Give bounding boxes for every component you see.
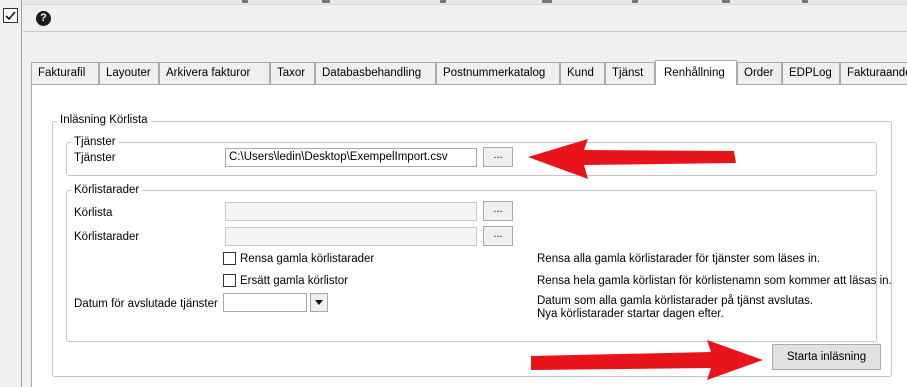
korlista-label: Körlista [74, 207, 113, 219]
tab-layouter[interactable]: Layouter [99, 62, 159, 84]
services-group-legend: Tjänster [71, 135, 119, 149]
services-label: Tjänster [74, 152, 116, 164]
clear-old-checkbox[interactable] [223, 252, 236, 265]
route-list-group-legend: Körlistarader [71, 183, 143, 197]
services-browse-button[interactable]: ... [483, 147, 513, 167]
korlista-field[interactable] [225, 202, 477, 221]
korlistarader-browse-button[interactable]: ... [483, 226, 513, 246]
main-group-legend: Inläsning Körlista [57, 113, 151, 127]
toolbar [23, 6, 907, 32]
tab-taxor[interactable]: Taxor [270, 62, 315, 84]
korlistarader-field[interactable] [225, 227, 477, 246]
date-description-1: Datum som alla gamla körlistarader på tj… [537, 295, 814, 307]
tab-postnummerkatalog[interactable]: Postnummerkatalog [436, 62, 560, 84]
clear-old-description: Rensa alla gamla körlistarader för tjäns… [537, 253, 821, 265]
left-panel [0, 0, 22, 387]
tab-fakturaande[interactable]: Fakturaande [840, 62, 907, 84]
date-label: Datum för avslutade tjänster [74, 298, 218, 310]
arrow-annotation-icon [531, 340, 763, 380]
tab-tjanst[interactable]: Tjänst [605, 62, 655, 84]
replace-old-label: Ersätt gamla körlistor [240, 275, 349, 287]
clear-old-label: Rensa gamla körlistarader [240, 253, 375, 265]
tab-renhallning[interactable]: Renhållning [655, 60, 737, 85]
arrow-annotation-icon [528, 139, 736, 179]
services-path-field[interactable]: C:\Users\ledin\Desktop\ExempelImport.csv [225, 148, 477, 167]
tab-databasbehandling[interactable]: Databasbehandling [315, 62, 436, 84]
replace-old-description: Rensa hela gamla körlistan för körlisten… [537, 275, 892, 287]
tab-fakturafil[interactable]: Fakturafil [31, 62, 99, 84]
checkbox-checked-icon[interactable] [3, 8, 18, 23]
korlista-browse-button[interactable]: ... [483, 201, 513, 221]
tab-edplog[interactable]: EDPLog [782, 62, 840, 84]
date-field[interactable] [223, 293, 307, 312]
start-import-button[interactable]: Starta inläsning [772, 344, 881, 370]
replace-old-checkbox[interactable] [223, 274, 236, 287]
tab-order[interactable]: Order [737, 62, 782, 84]
tab-kund[interactable]: Kund [560, 62, 605, 84]
tab-arkivera-fakturor[interactable]: Arkivera fakturor [159, 62, 270, 84]
help-icon[interactable]: ? [36, 11, 51, 26]
chevron-down-icon [315, 300, 323, 305]
date-description-2: Nya körlistarader startar dagen efter. [537, 308, 724, 320]
korlistarader-label: Körlistarader [74, 231, 140, 243]
clipped-top-bar [22, 0, 907, 5]
date-dropdown-button[interactable] [310, 293, 328, 312]
